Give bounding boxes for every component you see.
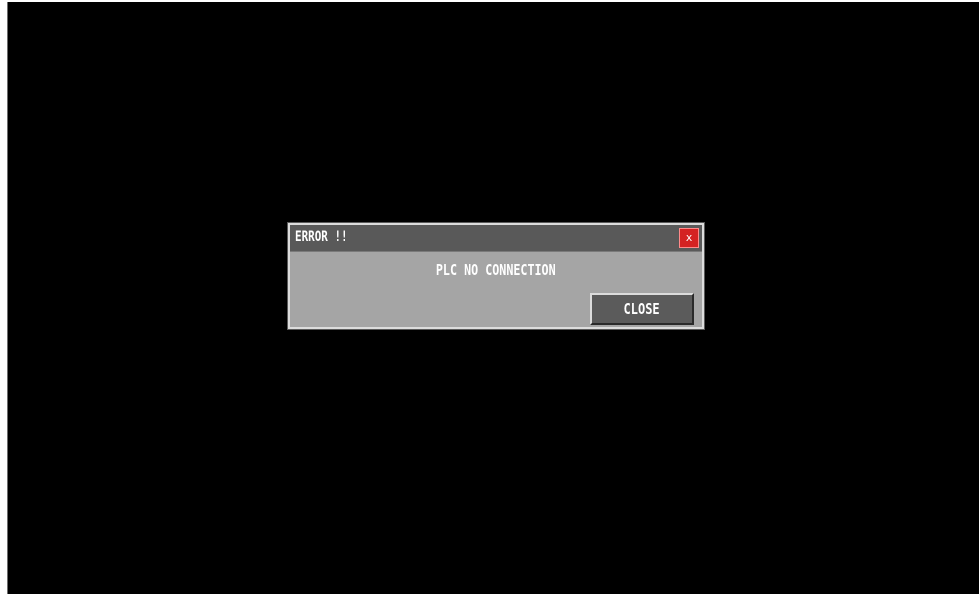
- close-button[interactable]: CLOSE: [590, 293, 694, 325]
- close-button-label: CLOSE: [623, 300, 661, 318]
- dialog-titlebar: ERROR !! x: [290, 225, 702, 252]
- error-message: PLC NO CONNECTION: [290, 261, 702, 279]
- error-dialog: ERROR !! x PLC NO CONNECTION CLOSE: [287, 222, 705, 330]
- error-message-text: PLC NO CONNECTION: [436, 261, 556, 279]
- close-icon[interactable]: x: [679, 228, 699, 248]
- dialog-title: ERROR !!: [295, 229, 348, 245]
- hmi-screen: ERROR !! x PLC NO CONNECTION CLOSE: [7, 2, 979, 594]
